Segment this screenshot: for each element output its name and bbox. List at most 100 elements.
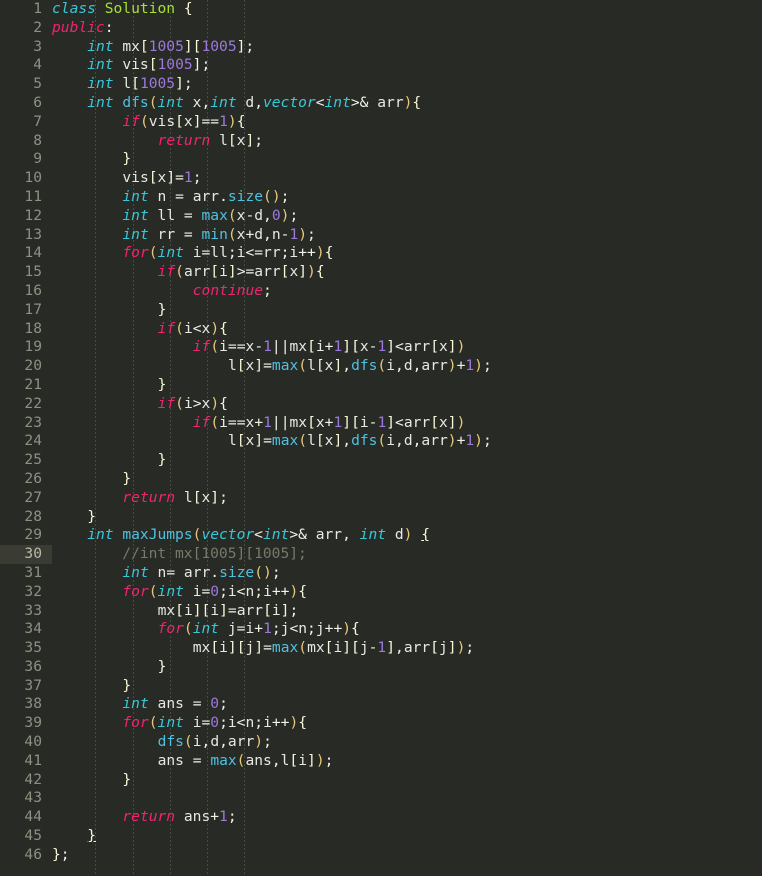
code-line[interactable]: 21 } [0, 376, 762, 395]
code-line-text[interactable]: int maxJumps(vector<int>& arr, int d) { [52, 526, 762, 545]
code-line[interactable]: 44 return ans+1; [0, 808, 762, 827]
code-line[interactable]: 46}; [0, 846, 762, 865]
code-line[interactable]: 16 continue; [0, 282, 762, 301]
code-line-text[interactable]: int vis[1005]; [52, 56, 762, 75]
code-line[interactable]: 35 mx[i][j]=max(mx[i][j-1],arr[j]); [0, 639, 762, 658]
code-line-text[interactable]: int ll = max(x-d,0); [52, 207, 762, 226]
code-line[interactable]: 36 } [0, 658, 762, 677]
operator-token [96, 602, 105, 619]
code-line[interactable]: 27 return l[x]; [0, 489, 762, 508]
code-line[interactable]: 32 for(int i=0;i<n;i++){ [0, 583, 762, 602]
token: x [201, 319, 211, 337]
code-line-text[interactable]: int mx[1005][1005]; [52, 38, 762, 57]
code-line-text[interactable]: l[x]=max(l[x],dfs(i,d,arr)+1); [52, 357, 762, 376]
operator-token [96, 244, 105, 261]
code-line-text[interactable]: continue; [52, 282, 762, 301]
code-line[interactable]: 13 int rr = min(x+d,n-1); [0, 226, 762, 245]
code-line-text[interactable]: if(arr[i]>=arr[x]){ [52, 263, 762, 282]
code-line[interactable]: 45 } [0, 827, 762, 846]
code-line[interactable]: 20 l[x]=max(l[x],dfs(i,d,arr)+1); [0, 357, 762, 376]
code-line[interactable]: 18 if(i<x){ [0, 320, 762, 339]
code-line[interactable]: 24 l[x]=max(l[x],dfs(i,d,arr)+1); [0, 432, 762, 451]
code-line-text[interactable]: int l[1005]; [52, 75, 762, 94]
code-line[interactable]: 19 if(i==x-1||mx[i+1][x-1]<arr[x]) [0, 338, 762, 357]
code-line[interactable]: 12 int ll = max(x-d,0); [0, 207, 762, 226]
code-line-text[interactable]: if(i>x){ [52, 395, 762, 414]
code-line[interactable]: 39 for(int i=0;i<n;i++){ [0, 714, 762, 733]
code-line-text[interactable]: } [52, 470, 762, 489]
code-line-text[interactable]: ans = max(ans,l[i]); [52, 752, 762, 771]
code-line[interactable]: 31 int n= arr.size(); [0, 564, 762, 583]
code-line-text[interactable]: for(int i=0;i<n;i++){ [52, 583, 762, 602]
code-line[interactable]: 3 int mx[1005][1005]; [0, 38, 762, 57]
code-line[interactable]: 41 ans = max(ans,l[i]); [0, 752, 762, 771]
code-line[interactable]: 28 } [0, 508, 762, 527]
code-line-text[interactable]: return ans+1; [52, 808, 762, 827]
code-line-text[interactable]: return l[x]; [52, 489, 762, 508]
operator-token [61, 432, 70, 449]
code-line[interactable]: 15 if(arr[i]>=arr[x]){ [0, 263, 762, 282]
code-line[interactable]: 9 } [0, 150, 762, 169]
code-line-text[interactable]: //int mx[1005][1005]; [52, 545, 762, 564]
code-line-text[interactable]: } [52, 508, 762, 527]
code-line[interactable]: 2 public: [0, 19, 762, 38]
code-line[interactable]: 33 mx[i][i]=arr[i]; [0, 602, 762, 621]
code-line-text[interactable]: } [52, 658, 762, 677]
code-line-text[interactable]: int ans = 0; [52, 695, 762, 714]
code-line-text[interactable]: }; [52, 846, 762, 865]
code-line[interactable]: 17 } [0, 301, 762, 320]
code-line-text[interactable] [52, 789, 762, 808]
code-line-text[interactable]: public: [52, 19, 762, 38]
code-line-text[interactable]: } [52, 827, 762, 846]
code-line-text[interactable]: int n = arr.size(); [52, 188, 762, 207]
code-line-text[interactable]: if(i<x){ [52, 320, 762, 339]
code-line[interactable]: 10 vis[x]=1; [0, 169, 762, 188]
code-line-text[interactable]: int rr = min(x+d,n-1); [52, 226, 762, 245]
code-line[interactable]: 22 if(i>x){ [0, 395, 762, 414]
code-line[interactable]: 26 } [0, 470, 762, 489]
code-line[interactable]: 34 for(int j=i+1;j<n;j++){ [0, 620, 762, 639]
operator-token: + [210, 808, 220, 826]
code-line[interactable]: 30 //int mx[1005][1005]; [0, 545, 762, 564]
operator-token [61, 827, 70, 844]
code-line-text[interactable]: } [52, 301, 762, 320]
code-lines-container[interactable]: 1 class Solution {2 public: 3 int mx[1005][… [0, 0, 762, 865]
code-line[interactable]: 23 if(i==x+1||mx[x+1][i-1]<arr[x]) [0, 414, 762, 433]
code-line-text[interactable]: class Solution { [52, 0, 762, 19]
code-line-text[interactable]: } [52, 376, 762, 395]
code-line[interactable]: 42 } [0, 771, 762, 790]
code-line-text[interactable]: l[x]=max(l[x],dfs(i,d,arr)+1); [52, 432, 762, 451]
code-line-text[interactable]: if(i==x-1||mx[i+1][x-1]<arr[x]) [52, 338, 762, 357]
code-line[interactable]: 5 int l[1005]; [0, 75, 762, 94]
code-line-text[interactable]: } [52, 771, 762, 790]
code-line-text[interactable]: vis[x]=1; [52, 169, 762, 188]
code-line[interactable]: 43 [0, 789, 762, 808]
code-line[interactable]: 29 int maxJumps(vector<int>& arr, int d)… [0, 526, 762, 545]
code-line[interactable]: 11 int n = arr.size(); [0, 188, 762, 207]
code-line-text[interactable]: } [52, 451, 762, 470]
code-editor[interactable]: 1 class Solution {2 public: 3 int mx[1005][… [0, 0, 762, 876]
code-line-text[interactable]: for(int j=i+1;j<n;j++){ [52, 620, 762, 639]
code-line-text[interactable]: if(i==x+1||mx[x+1][i-1]<arr[x]) [52, 414, 762, 433]
code-line-text[interactable]: dfs(i,d,arr); [52, 733, 762, 752]
code-line-text[interactable]: for(int i=ll;i<=rr;i++){ [52, 244, 762, 263]
code-line-text[interactable]: } [52, 677, 762, 696]
code-line-text[interactable]: for(int i=0;i<n;i++){ [52, 714, 762, 733]
code-line[interactable]: 6 int dfs(int x,int d,vector<int>& arr){ [0, 94, 762, 113]
code-line-text[interactable]: mx[i][i]=arr[i]; [52, 602, 762, 621]
code-line-text[interactable]: if(vis[x]==1){ [52, 113, 762, 132]
code-line[interactable]: 38 int ans = 0; [0, 695, 762, 714]
code-line-text[interactable]: mx[i][j]=max(mx[i][j-1],arr[j]); [52, 639, 762, 658]
code-line-text[interactable]: } [52, 150, 762, 169]
code-line[interactable]: 37 } [0, 677, 762, 696]
code-line[interactable]: 40 dfs(i,d,arr); [0, 733, 762, 752]
code-line[interactable]: 7 if(vis[x]==1){ [0, 113, 762, 132]
code-line[interactable]: 4 int vis[1005]; [0, 56, 762, 75]
code-line[interactable]: 14 for(int i=ll;i<=rr;i++){ [0, 244, 762, 263]
code-line[interactable]: 8 return l[x]; [0, 132, 762, 151]
code-line-text[interactable]: int n= arr.size(); [52, 564, 762, 583]
code-line[interactable]: 25 } [0, 451, 762, 470]
code-line[interactable]: 1 class Solution { [0, 0, 762, 19]
code-line-text[interactable]: int dfs(int x,int d,vector<int>& arr){ [52, 94, 762, 113]
code-line-text[interactable]: return l[x]; [52, 132, 762, 151]
